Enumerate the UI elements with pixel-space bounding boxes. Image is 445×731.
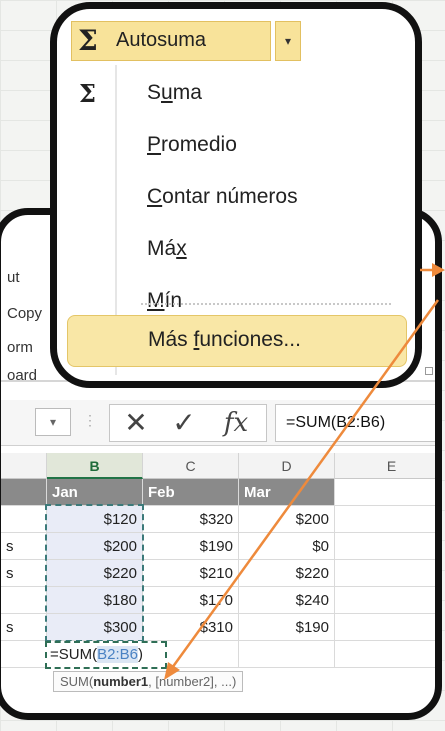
cell-d5[interactable]: $240 (239, 587, 335, 614)
insert-function-icon[interactable]: fx (214, 405, 258, 441)
cell-e6[interactable] (335, 614, 435, 641)
autosum-label: Autosuma (116, 29, 207, 51)
menu-text: S (147, 81, 162, 104)
menu-separator (141, 303, 391, 305)
autosum-callout: Σ Autosuma ▾ Σ Suma Promedio Contar núme… (50, 2, 422, 388)
tooltip-arg: number1 (93, 674, 149, 689)
menu-item-min[interactable]: Mín (147, 289, 182, 313)
group-launcher-icon[interactable] (425, 367, 433, 375)
menu-accel: C (147, 185, 163, 208)
cell-d6[interactable]: $190 (239, 614, 335, 641)
menu-item-mas-funciones-label: Más funciones... (148, 328, 301, 352)
cell-b5[interactable]: $180 (47, 587, 143, 614)
formula-range-ref: B2:B6 (97, 646, 138, 663)
formula-input[interactable]: =SUM(B2:B6) (275, 404, 435, 442)
row-label[interactable] (1, 641, 47, 668)
cancel-icon[interactable]: ✕ (116, 405, 156, 441)
menu-accel: u (161, 81, 173, 104)
formula-suffix: ) (137, 646, 143, 663)
cell-header-mar[interactable]: Mar (239, 479, 335, 506)
sigma-icon: Σ (78, 24, 98, 57)
cell-c2[interactable]: $320 (143, 506, 239, 533)
tooltip-suffix: , [number2], ...) (148, 674, 237, 689)
menu-accel: x (176, 237, 187, 260)
cell-d4[interactable]: $220 (239, 560, 335, 587)
cell-e4[interactable] (335, 560, 435, 587)
cell-d7[interactable] (239, 641, 335, 668)
ribbon-copy[interactable]: Copy (7, 305, 42, 322)
cell-c3[interactable]: $190 (143, 533, 239, 560)
formula-bar: ▾ ⋮ ✕ ✓ fx =SUM(B2:B6) (1, 400, 435, 446)
menu-text: romedio (161, 133, 237, 156)
cell-c4[interactable]: $210 (143, 560, 239, 587)
menu-accel: M (147, 289, 165, 312)
row-label[interactable]: s (1, 614, 47, 641)
tooltip-prefix: SUM( (60, 674, 94, 689)
autosum-dropdown-arrow[interactable]: ▾ (275, 21, 301, 61)
function-tooltip: SUM(number1, [number2], ...) (53, 671, 244, 692)
cell-d3[interactable]: $0 (239, 533, 335, 560)
menu-item-mas-funciones[interactable]: Más funciones... (67, 315, 407, 367)
column-header-d[interactable]: D (239, 453, 335, 479)
menu-text: Má (147, 237, 177, 260)
formula-buttons: ✕ ✓ fx (109, 404, 267, 442)
menu-item-max[interactable]: Máx (147, 237, 187, 261)
column-header-e[interactable]: E (335, 453, 435, 479)
formula-prefix: =SUM( (50, 646, 98, 663)
row-label[interactable]: s (1, 533, 47, 560)
row-label[interactable]: s (1, 560, 47, 587)
column-header-c[interactable]: C (143, 453, 239, 479)
autosum-button[interactable]: Σ Autosuma (71, 21, 271, 61)
cell-e1[interactable] (335, 479, 435, 506)
menu-accel: P (147, 133, 162, 156)
cell-e3[interactable] (335, 533, 435, 560)
cell-d2[interactable]: $200 (239, 506, 335, 533)
menu-item-promedio[interactable]: Promedio (147, 133, 237, 157)
menu-item-contar-numeros[interactable]: Contar números (147, 185, 298, 209)
cell-e5[interactable] (335, 587, 435, 614)
menu-text: Más (148, 328, 194, 351)
column-header-b[interactable]: B (47, 453, 143, 479)
enter-check-icon[interactable]: ✓ (164, 405, 204, 441)
cell-e2[interactable] (335, 506, 435, 533)
cell-a1[interactable] (1, 479, 47, 506)
cell-header-jan[interactable]: Jan (47, 479, 143, 506)
worksheet-grid: B C D E Jan Feb Mar $120 $320 $200 s $20… (1, 453, 435, 713)
row-label[interactable] (1, 506, 47, 533)
formula-cell-b7[interactable]: =SUM(B2:B6) (45, 641, 167, 669)
ribbon-format-painter[interactable]: orm (7, 339, 33, 356)
menu-text: ín (164, 289, 183, 312)
formula-bar-grip[interactable]: ⋮ (83, 412, 97, 429)
row-header-corner (1, 453, 47, 479)
menu-text: ontar números (162, 185, 298, 208)
cell-c6[interactable]: $310 (143, 614, 239, 641)
cell-e7[interactable] (335, 641, 435, 668)
cell-b6[interactable]: $300 (47, 614, 143, 641)
menu-text: ma (172, 81, 202, 104)
cell-b4[interactable]: $220 (47, 560, 143, 587)
name-box-dropdown[interactable]: ▾ (35, 408, 71, 436)
ribbon-cut[interactable]: ut (7, 269, 20, 286)
cell-b2[interactable]: $120 (47, 506, 143, 533)
row-label[interactable] (1, 587, 47, 614)
cell-c5[interactable]: $170 (143, 587, 239, 614)
cell-header-feb[interactable]: Feb (143, 479, 239, 506)
menu-item-suma[interactable]: Suma (147, 81, 202, 105)
sum-sigma-icon: Σ (79, 79, 96, 108)
cell-b3[interactable]: $200 (47, 533, 143, 560)
menu-text: unciones... (199, 328, 301, 351)
